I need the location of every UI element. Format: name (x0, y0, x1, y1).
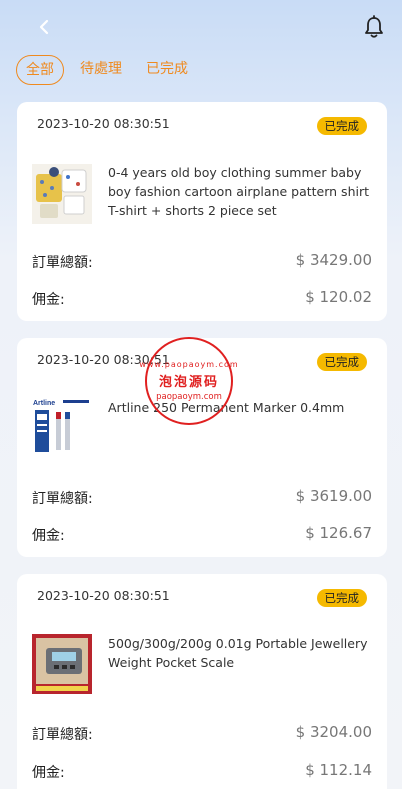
order-time: 2023-10-20 08:30:51 (37, 352, 170, 367)
order-card[interactable]: 2023-10-20 08:30:51 已完成 Artline Artline … (17, 338, 387, 557)
product-name: 500g/300g/200g 0.01g Portable Jewellery … (108, 636, 368, 670)
total-label: 訂單總額: (32, 727, 93, 743)
svg-text:Artline: Artline (33, 400, 55, 407)
total-value: $ 3204.00 (295, 723, 372, 741)
product-image (32, 164, 92, 224)
top-bar (0, 0, 402, 56)
product-name: Artline 250 Permanent Marker 0.4mm (108, 400, 345, 415)
status-badge: 已完成 (316, 117, 367, 135)
order-time: 2023-10-20 08:30:51 (37, 588, 170, 603)
tab-completed[interactable]: 已完成 (138, 55, 196, 85)
order-time: 2023-10-20 08:30:51 (37, 116, 170, 131)
product-image (32, 634, 92, 694)
total-label: 訂單總額: (32, 491, 93, 507)
status-badge: 已完成 (316, 353, 367, 371)
commission-value: $ 126.67 (305, 524, 372, 542)
back-button[interactable] (34, 16, 54, 38)
order-card[interactable]: 2023-10-20 08:30:51 已完成 500g/300g/200g 0… (17, 574, 387, 789)
status-badge: 已完成 (316, 589, 367, 607)
notification-button[interactable] (363, 15, 385, 39)
tab-all[interactable]: 全部 (16, 55, 64, 85)
tab-pending[interactable]: 待處理 (72, 55, 130, 85)
product-image: Artline (32, 396, 92, 456)
commission-label: 佣金: (32, 292, 65, 308)
commission-value: $ 120.02 (305, 288, 372, 306)
total-value: $ 3619.00 (295, 487, 372, 505)
order-card[interactable]: 2023-10-20 08:30:51 已完成 0-4 years old bo… (17, 102, 387, 321)
total-value: $ 3429.00 (295, 251, 372, 269)
commission-label: 佣金: (32, 528, 65, 544)
status-tabs: 全部 待處理 已完成 (16, 55, 196, 85)
chevron-left-icon (39, 19, 49, 35)
commission-value: $ 112.14 (305, 761, 372, 779)
total-label: 訂單總額: (32, 255, 93, 271)
commission-label: 佣金: (32, 765, 65, 781)
bell-icon (365, 15, 383, 38)
product-name: 0-4 years old boy clothing summer baby b… (108, 165, 370, 218)
